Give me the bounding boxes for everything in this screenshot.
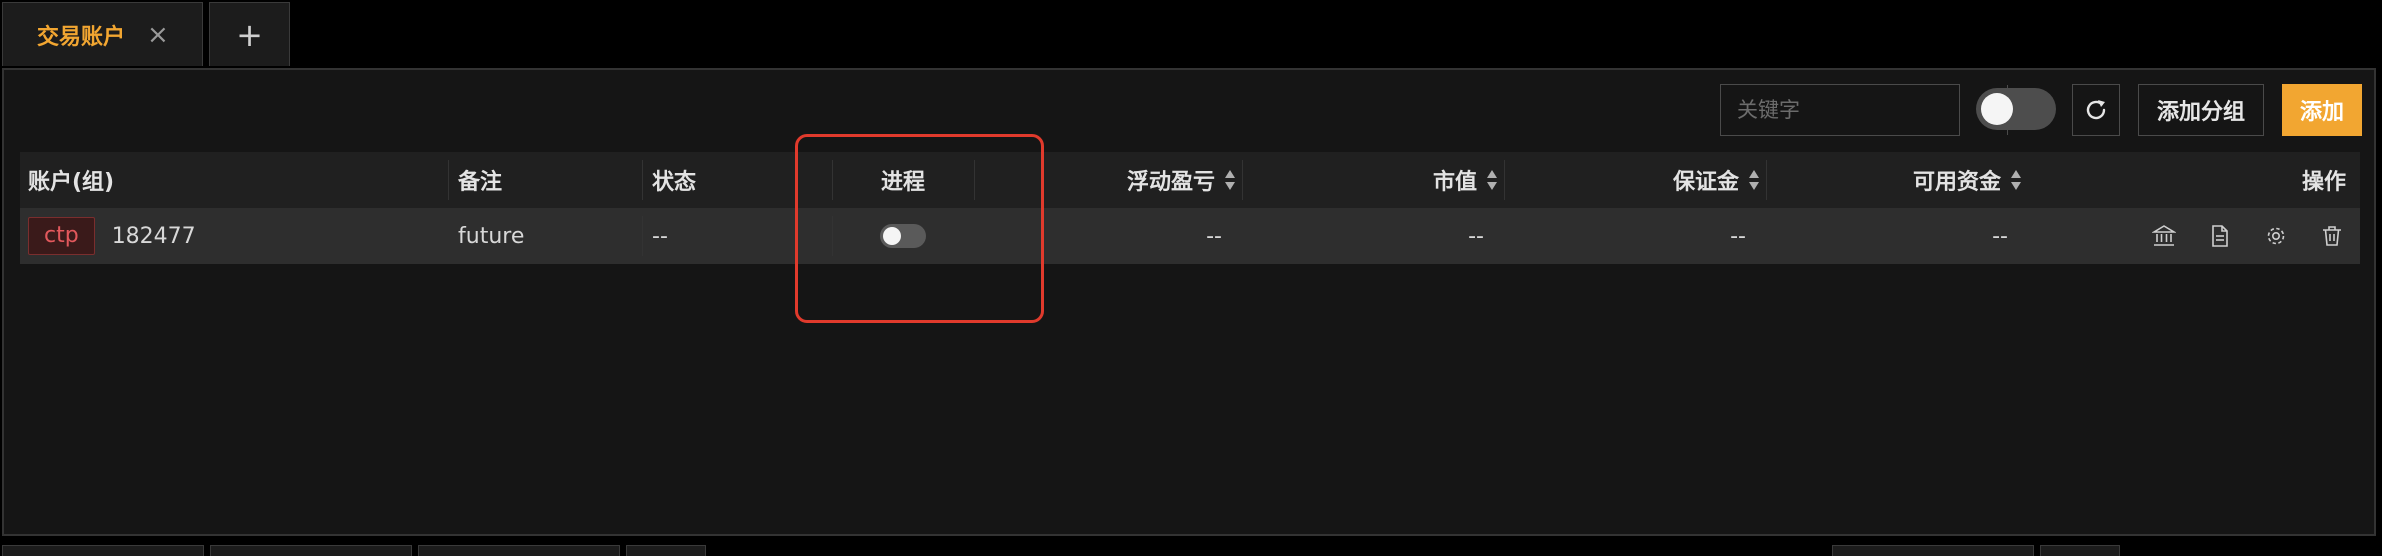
trash-icon	[2323, 226, 2341, 246]
sort-icon	[1225, 170, 1235, 190]
header-remark: 备注	[458, 170, 503, 195]
bottom-tab[interactable]	[418, 545, 620, 556]
account-cell: ctp 182477	[28, 208, 196, 264]
bank-icon	[2152, 225, 2176, 246]
bottom-tab[interactable]	[210, 545, 412, 556]
table-row[interactable]: ctp 182477 future -- -- -- -- --	[20, 208, 2360, 264]
search-box	[1720, 84, 2030, 136]
close-icon[interactable]: ×	[147, 22, 169, 48]
refresh-button[interactable]	[2072, 84, 2120, 136]
header-pnl-label: 浮动盈亏	[1126, 170, 1215, 195]
bottom-tab[interactable]	[2, 545, 204, 556]
column-divider	[642, 160, 643, 200]
status-cell: --	[652, 223, 668, 249]
delete-button[interactable]	[2304, 208, 2360, 264]
document-icon	[2212, 225, 2228, 247]
header-available[interactable]: 可用资金	[1766, 152, 2022, 208]
header-margin-label: 保证金	[1672, 170, 1739, 195]
plus-icon: +	[236, 15, 263, 54]
market-value-cell: --	[1468, 223, 1484, 249]
header-status: 状态	[652, 170, 697, 195]
header-process: 进程	[880, 170, 925, 195]
header-market-value-label: 市值	[1432, 170, 1477, 195]
main-panel	[2, 68, 2376, 536]
add-button[interactable]: 添加	[2282, 84, 2362, 136]
pnl-cell: --	[1206, 223, 1222, 249]
refresh-icon	[2086, 100, 2106, 120]
sort-icon	[2011, 170, 2021, 190]
account-id: 182477	[111, 223, 196, 249]
header-actions: 操作	[2301, 170, 2346, 195]
header-account: 账户(组)	[28, 170, 115, 195]
process-toggle[interactable]	[880, 224, 926, 248]
available-cell: --	[1992, 223, 2008, 249]
add-group-button[interactable]: 添加分组	[2138, 84, 2264, 136]
header-margin[interactable]: 保证金	[1504, 152, 1760, 208]
header-available-label: 可用资金	[1912, 170, 2001, 195]
row-actions	[2136, 208, 2360, 264]
sort-icon	[1749, 170, 1759, 190]
source-badge: ctp	[28, 217, 95, 255]
bottom-tab[interactable]	[2040, 545, 2120, 556]
bottom-tab[interactable]	[1832, 545, 2034, 556]
sort-icon	[1487, 170, 1497, 190]
remark-cell: future	[458, 223, 525, 249]
bank-button[interactable]	[2136, 208, 2192, 264]
column-divider	[448, 160, 449, 200]
add-tab-button[interactable]: +	[209, 2, 290, 66]
tab-bar: 交易账户 × +	[0, 0, 2382, 68]
margin-cell: --	[1730, 223, 1746, 249]
tab-label: 交易账户	[37, 24, 126, 50]
header-pnl[interactable]: 浮动盈亏	[974, 152, 1236, 208]
toolbar-toggle[interactable]	[1976, 88, 2056, 130]
gear-icon	[2267, 227, 2285, 245]
process-cell	[832, 208, 974, 264]
document-button[interactable]	[2192, 208, 2248, 264]
settings-button[interactable]	[2248, 208, 2304, 264]
toggle-knob	[883, 227, 901, 245]
bottom-tab[interactable]	[626, 545, 706, 556]
tab-trading-account[interactable]: 交易账户 ×	[2, 2, 203, 66]
column-divider	[642, 216, 643, 256]
toggle-knob	[1981, 93, 2013, 125]
search-input[interactable]	[1721, 85, 2007, 135]
header-market-value[interactable]: 市值	[1242, 152, 1498, 208]
table-header: 账户(组) 备注 状态 进程 浮动盈亏 市值 保证金 可用资金 操作	[20, 152, 2360, 208]
